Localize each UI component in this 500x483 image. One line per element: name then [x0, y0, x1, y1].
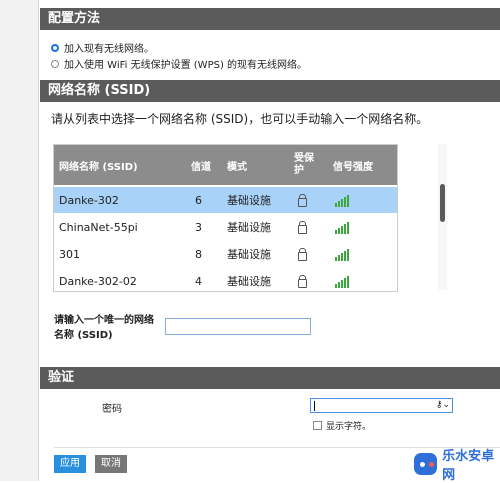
- row-signal: [335, 187, 350, 213]
- watermark-text: 乐水安卓网: [442, 449, 495, 483]
- row-secured: [298, 268, 307, 291]
- signal-strength-icon: [335, 194, 350, 207]
- manual-ssid-label: 请输入一个唯一的网络名称 (SSID): [54, 315, 154, 341]
- config-method-header: 配置方法: [40, 8, 500, 30]
- password-input[interactable]: ⚷⌄: [310, 398, 453, 413]
- key-icon[interactable]: ⚷⌄: [436, 400, 450, 410]
- row-signal: [335, 268, 350, 291]
- watermark-logo-icon: [414, 453, 438, 475]
- password-label: 密码: [102, 404, 122, 415]
- auth-section-header: 验证: [40, 367, 500, 389]
- signal-strength-icon: [335, 275, 350, 288]
- table-row[interactable]: Danke-302 6 基础设施: [54, 187, 397, 213]
- row-mode: 基础设施: [227, 221, 271, 234]
- row-secured: [298, 187, 307, 213]
- apply-button[interactable]: 应用: [54, 455, 86, 473]
- row-secured: [298, 214, 307, 240]
- ssid-section-header: 网络名称 (SSID): [40, 80, 500, 102]
- checkbox[interactable]: [313, 421, 322, 430]
- table-row[interactable]: 301 8 基础设施: [54, 241, 397, 267]
- radio-join-wps[interactable]: 加入使用 WiFi 无线保护设置 (WPS) 的现有无线网络。: [51, 56, 307, 71]
- row-secured: [298, 241, 307, 267]
- show-chars-toggle[interactable]: 显示字符。: [313, 419, 371, 432]
- col-channel[interactable]: 信道: [191, 145, 211, 185]
- col-secured[interactable]: 受保护: [294, 145, 316, 185]
- row-ssid: 301: [59, 247, 80, 261]
- radio-selected-icon[interactable]: [51, 43, 59, 52]
- radio-join-existing[interactable]: 加入现有无线网络。: [51, 40, 154, 55]
- left-sidebar: [0, 0, 39, 481]
- manual-ssid-input[interactable]: [165, 318, 311, 335]
- lock-icon: [298, 247, 307, 261]
- row-ssid: Danke-302: [59, 193, 119, 207]
- row-ssid: Danke-302-02: [59, 274, 137, 288]
- row-channel: 6: [195, 193, 202, 207]
- radio-join-wps-label: 加入使用 WiFi 无线保护设置 (WPS) 的现有无线网络。: [64, 60, 308, 71]
- row-channel: 3: [195, 220, 202, 234]
- show-chars-label: 显示字符。: [326, 422, 372, 432]
- lock-icon: [298, 274, 307, 288]
- row-mode: 基础设施: [227, 194, 271, 207]
- row-mode: 基础设施: [227, 275, 271, 288]
- scrollbar-thumb[interactable]: [440, 184, 445, 222]
- table-row[interactable]: ChinaNet-55pi 3 基础设施: [54, 214, 397, 240]
- lock-icon: [298, 220, 307, 234]
- row-mode: 基础设施: [227, 248, 271, 261]
- radio-unselected-icon[interactable]: [51, 59, 59, 68]
- watermark: 乐水安卓网: [414, 445, 500, 483]
- wifi-config-panel: 配置方法 加入现有无线网络。 加入使用 WiFi 无线保护设置 (WPS) 的现…: [40, 0, 500, 483]
- row-signal: [335, 214, 350, 240]
- network-table-header: 网络名称 (SSID) 信道 模式 受保护 信号强度: [54, 145, 397, 185]
- table-scrollbar[interactable]: [438, 144, 447, 290]
- row-channel: 8: [195, 247, 202, 261]
- row-signal: [335, 241, 350, 267]
- row-ssid: ChinaNet-55pi: [59, 220, 138, 234]
- cancel-button[interactable]: 取消: [95, 455, 127, 473]
- col-ssid[interactable]: 网络名称 (SSID): [59, 145, 138, 185]
- col-mode[interactable]: 模式: [227, 145, 247, 185]
- table-row[interactable]: Danke-302-02 4 基础设施: [54, 268, 397, 291]
- signal-strength-icon: [335, 248, 350, 261]
- ssid-description: 请从列表中选择一个网络名称 (SSID)，也可以手动输入一个网络名称。: [51, 112, 429, 126]
- radio-join-existing-label: 加入现有无线网络。: [64, 44, 154, 55]
- network-table: 网络名称 (SSID) 信道 模式 受保护 信号强度 Danke-302 6 基…: [53, 144, 398, 292]
- text-caret: [314, 401, 315, 411]
- lock-icon: [298, 193, 307, 207]
- col-signal[interactable]: 信号强度: [333, 145, 373, 185]
- signal-strength-icon: [335, 221, 350, 234]
- row-channel: 4: [195, 274, 202, 288]
